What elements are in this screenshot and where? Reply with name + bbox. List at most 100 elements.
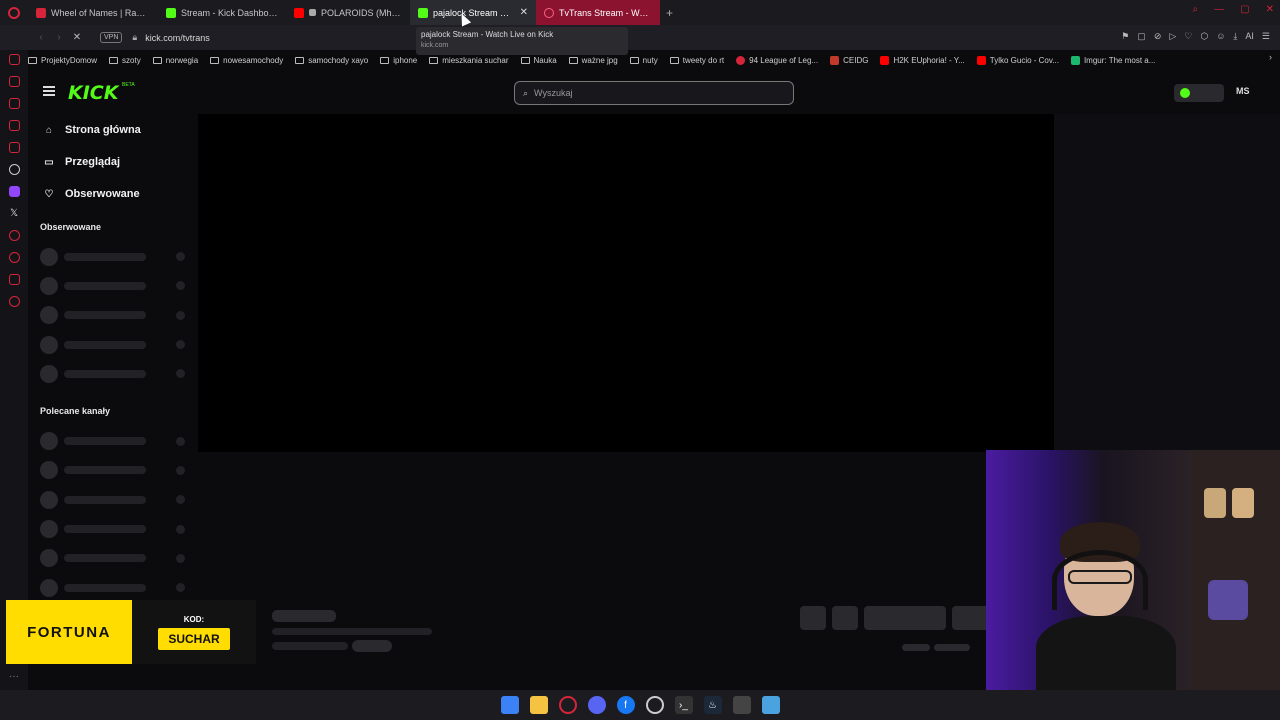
bookmark-link[interactable]: Imgur: The most a... [1070, 55, 1155, 65]
maximize-icon[interactable]: ▢ [1240, 4, 1249, 15]
tab-favicon-icon [418, 7, 428, 18]
streamer [1036, 520, 1176, 690]
minimize-icon[interactable]: — [1214, 4, 1224, 15]
close-window-icon[interactable]: ✕ [1266, 4, 1274, 15]
home-icon: ⌂ [45, 124, 53, 136]
discord-icon[interactable] [587, 696, 606, 714]
bookmark-folder[interactable]: tweety do rt [669, 56, 724, 65]
folder-icon [295, 56, 305, 64]
facebook-icon[interactable]: f [616, 696, 635, 714]
nav-home[interactable]: ⌂ Strona główna [28, 114, 198, 146]
tab-kick-dashboard[interactable]: Stream - Kick Dashboard [158, 0, 286, 25]
bookmark-folder[interactable]: ProjektyDomow [28, 56, 97, 65]
back-icon[interactable]: ‹ [32, 32, 50, 43]
mail-icon[interactable] [8, 142, 20, 153]
streamer-webcam [986, 450, 1280, 690]
kick-coins-button[interactable] [1174, 84, 1224, 102]
bookmark-folder[interactable]: norwegia [152, 56, 198, 65]
channel-skeleton [28, 544, 198, 573]
address-bar: ‹ › ✕ VPN 🔒︎ kick.com/tvtrans ⚑ ▢ ⊘ ▷ ♡ … [0, 25, 1280, 50]
heart-icon[interactable]: ♡ [1184, 31, 1192, 42]
opera-icon[interactable] [558, 696, 577, 714]
clock-icon[interactable] [8, 252, 20, 263]
window-controls: ⌕ — ▢ ✕ [1193, 4, 1274, 15]
channel-skeleton [28, 573, 198, 602]
extensions-icon[interactable]: ⬡ [1200, 31, 1208, 42]
bookmark-folder[interactable]: mieszkania suchar [429, 56, 509, 65]
hamburger-menu-icon[interactable] [43, 86, 55, 96]
tab-pajalock[interactable]: pajalock Stream - Wat ✕ [410, 0, 536, 25]
kick-logo[interactable]: KICK [68, 82, 118, 104]
forward-icon[interactable]: › [50, 32, 68, 43]
channel-skeleton [28, 242, 198, 271]
file-explorer-icon[interactable] [529, 696, 548, 714]
url-field[interactable]: kick.com/tvtrans [145, 33, 210, 43]
recommended-section-title: Polecane kanały [40, 406, 111, 417]
tab-polaroids[interactable]: POLAROIDS (Mhm, Mi [286, 0, 410, 25]
vpn-badge[interactable]: VPN [100, 32, 123, 43]
channel-skeleton [28, 330, 198, 359]
tab-tvtrans[interactable]: TvTrans Stream - Watch L [536, 0, 660, 25]
bookmark-link[interactable]: 94 League of Leg... [736, 55, 818, 65]
notepad-icon[interactable] [761, 696, 780, 714]
bookmark-link[interactable]: Tylko Gucio - Cov... [976, 55, 1059, 65]
bookmark-link[interactable]: H2K EUphoria! - Y... [880, 55, 965, 65]
terminal-icon[interactable]: ›_ [674, 696, 693, 714]
player-icon[interactable] [8, 230, 20, 241]
settings-icon[interactable] [8, 296, 20, 307]
browse-icon: ▭ [44, 156, 54, 168]
search-tabs-icon[interactable]: ⌕ [1193, 4, 1199, 15]
more-icon[interactable]: ··· [9, 671, 19, 682]
tab-tooltip: pajalock Stream - Watch Live on Kick kic… [416, 27, 628, 55]
youtube-icon [880, 55, 890, 65]
button-skeleton [800, 606, 826, 630]
profile-icon[interactable]: ☺ [1216, 31, 1225, 42]
new-tab-button[interactable]: + [666, 6, 673, 20]
lock-icon[interactable]: 🔒︎ [132, 32, 137, 43]
x-twitter-icon[interactable]: 𝕏 [9, 208, 20, 219]
bookmark-link[interactable]: CEIDG [830, 55, 868, 65]
promo-code: SUCHAR [158, 627, 230, 650]
bookmark-folder[interactable]: Nauka [520, 56, 557, 65]
download-icon[interactable]: ⤓ [1233, 31, 1237, 42]
chatgpt-icon[interactable] [8, 164, 20, 175]
bookmark-folder[interactable]: nuty [629, 56, 658, 65]
bookmark-folder[interactable]: nowesamochody [210, 56, 283, 65]
bookmark-folder[interactable]: iphone [380, 56, 417, 65]
pinboard-icon[interactable] [8, 274, 20, 285]
history-icon[interactable] [8, 76, 20, 87]
search-input[interactable]: ⌕ Wyszukaj [514, 81, 794, 105]
twitch-icon[interactable] [8, 186, 20, 197]
bookmark-icon[interactable]: ⚑ [1121, 31, 1129, 42]
obs-icon[interactable] [645, 696, 664, 714]
snapshot-icon[interactable]: ▢ [1137, 31, 1146, 42]
folder-icon [429, 56, 439, 64]
tab-wheel-of-names[interactable]: Wheel of Names | Random [28, 0, 158, 25]
player-icon[interactable]: ▷ [1169, 31, 1176, 42]
reload-stop-icon[interactable]: ✕ [68, 32, 86, 43]
bookmark-folder[interactable]: szoty [109, 56, 141, 65]
bookmark-folder[interactable]: samochody xayo [295, 56, 368, 65]
folder-icon [380, 56, 390, 64]
messenger-icon[interactable] [8, 54, 20, 65]
user-avatar[interactable]: MS [1236, 86, 1250, 96]
folder-icon [152, 56, 162, 64]
aria-ai-button[interactable]: AI [1245, 31, 1254, 42]
wallet-icon[interactable] [8, 98, 20, 109]
windows-start-icon[interactable] [500, 696, 519, 714]
nav-browse[interactable]: ▭ Przeglądaj [28, 146, 198, 178]
menu-icon[interactable]: ☰ [1262, 31, 1270, 42]
opera-logo-icon[interactable] [0, 0, 28, 25]
instagram-icon[interactable] [8, 120, 20, 131]
adblock-icon[interactable]: ⊘ [1154, 31, 1162, 42]
bookmarks-overflow-icon[interactable]: › [1269, 52, 1272, 62]
tooltip-title: pajalock Stream - Watch Live on Kick [421, 30, 554, 39]
close-tab-icon[interactable]: ✕ [520, 7, 528, 18]
app-icon[interactable] [732, 696, 751, 714]
bookmark-folder[interactable]: ważne jpg [568, 56, 618, 65]
video-player[interactable] [198, 114, 1054, 452]
search-placeholder: Wyszukaj [534, 88, 573, 98]
tab-favicon-icon [36, 7, 46, 18]
steam-icon[interactable]: ♨ [703, 696, 722, 714]
nav-following[interactable]: ♡ Obserwowane [28, 178, 198, 210]
